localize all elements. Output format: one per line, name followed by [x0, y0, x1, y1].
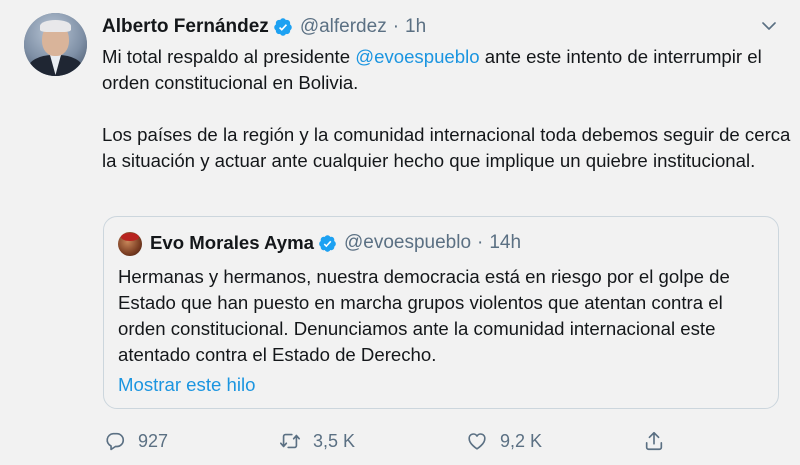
quoted-tweet-text: Hermanas y hermanos, nuestra democracia … — [118, 266, 730, 365]
retweet-icon — [280, 433, 300, 449]
reply-count: 927 — [138, 430, 169, 451]
reply-icon — [106, 432, 125, 451]
tweet-text: Mi total respaldo al presidente @evoespu… — [102, 44, 792, 174]
quoted-author-avatar — [118, 232, 142, 256]
verified-badge-icon — [274, 18, 292, 36]
tweet-header: Alberto Fernández @alferdez · 1h — [102, 14, 426, 40]
reply-button[interactable]: 927 — [104, 426, 168, 456]
like-count: 9,2 K — [500, 430, 543, 451]
show-thread-link[interactable]: Mostrar este hilo — [118, 372, 255, 398]
verified-badge-icon — [319, 234, 336, 252]
retweet-button[interactable]: 3,5 K — [279, 426, 355, 456]
share-button[interactable] — [643, 426, 677, 456]
quoted-author-name: Evo Morales Ayma — [150, 232, 314, 253]
tweet-paragraph-1: Mi total respaldo al presidente @evoespu… — [102, 44, 792, 96]
retweet-count: 3,5 K — [313, 430, 356, 451]
tweet-text-part: Mi total respaldo al presidente — [102, 46, 356, 67]
quoted-author-handle: @evoespueblo — [343, 232, 472, 253]
mention-link[interactable]: @evoespueblo — [355, 46, 479, 67]
separator-dot: · — [477, 232, 484, 253]
tweet-paragraph-2: Los países de la región y la comunidad i… — [102, 124, 791, 171]
share-icon — [645, 431, 663, 451]
separator-dot: · — [392, 16, 400, 37]
quoted-tweet[interactable]: Evo Morales Ayma @evoespueblo · 14h Herm… — [103, 216, 779, 409]
heart-icon — [468, 433, 486, 450]
quoted-tweet-header: Evo Morales Ayma @evoespueblo · 14h — [150, 230, 521, 256]
author-avatar[interactable] — [24, 13, 87, 76]
author-name[interactable]: Alberto Fernández — [102, 16, 269, 38]
tweet[interactable]: Alberto Fernández @alferdez · 1h Mi tota… — [0, 0, 800, 465]
author-handle[interactable]: @alferdez — [300, 16, 387, 38]
tweet-actions: 927 3,5 K 9,2 K — [0, 426, 800, 456]
avatar-headwear — [121, 233, 139, 241]
chevron-down-icon[interactable] — [760, 17, 778, 35]
tweet-timestamp[interactable]: 1h — [405, 16, 426, 38]
avatar-hair — [40, 20, 71, 32]
like-button[interactable]: 9,2 K — [466, 426, 542, 456]
quoted-tweet-timestamp: 14h — [489, 232, 522, 253]
